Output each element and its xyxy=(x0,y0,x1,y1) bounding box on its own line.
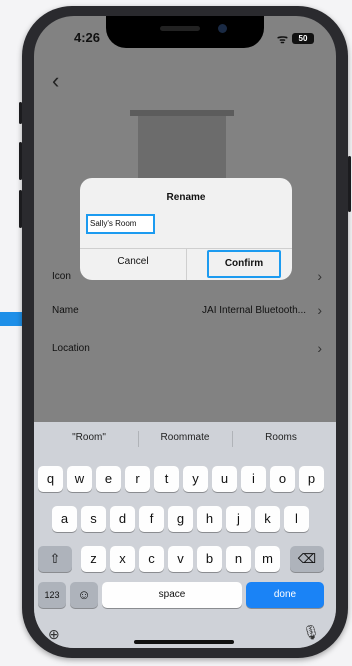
key-y[interactable]: y xyxy=(183,466,208,492)
row-location-label: Location xyxy=(52,343,90,354)
space-key[interactable]: space xyxy=(102,582,242,608)
row-name-label: Name xyxy=(52,305,79,316)
rename-input[interactable]: Sally's Room xyxy=(86,214,155,234)
key-t[interactable]: t xyxy=(154,466,179,492)
shift-key[interactable]: ⇧ xyxy=(38,546,72,572)
key-k[interactable]: k xyxy=(255,506,280,532)
suggestion-separator xyxy=(232,431,233,447)
camera xyxy=(218,24,227,33)
chevron-right-icon: › xyxy=(317,302,322,318)
key-e[interactable]: e xyxy=(96,466,121,492)
suggestion-bar: "Room" Roommate Rooms xyxy=(34,422,336,454)
backspace-key[interactable]: ⌫ xyxy=(290,546,324,572)
power-button xyxy=(348,156,351,212)
chevron-right-icon: › xyxy=(317,268,322,284)
key-x[interactable]: x xyxy=(110,546,135,572)
row-name-value: JAI Internal Bluetooth... xyxy=(202,305,306,316)
dialog-title: Rename xyxy=(166,192,206,203)
row-location[interactable]: Location › xyxy=(52,340,322,360)
key-p[interactable]: p xyxy=(299,466,324,492)
done-key[interactable]: done xyxy=(246,582,324,608)
speaker xyxy=(160,26,200,31)
row-name[interactable]: Name JAI Internal Bluetooth... › xyxy=(52,302,322,322)
globe-icon[interactable]: ⊕ xyxy=(48,626,60,643)
key-d[interactable]: d xyxy=(110,506,135,532)
row-icon-label: Icon xyxy=(52,271,71,282)
numbers-key[interactable]: 123 xyxy=(38,582,66,608)
key-h[interactable]: h xyxy=(197,506,222,532)
emoji-icon[interactable]: ☺ xyxy=(70,582,98,608)
volume-down-button xyxy=(19,190,22,228)
key-z[interactable]: z xyxy=(81,546,106,572)
key-i[interactable]: i xyxy=(241,466,266,492)
key-j[interactable]: j xyxy=(226,506,251,532)
key-r[interactable]: r xyxy=(125,466,150,492)
confirm-button[interactable]: Confirm xyxy=(207,250,281,278)
notch xyxy=(106,16,264,48)
key-a[interactable]: a xyxy=(52,506,77,532)
back-chevron-icon[interactable]: ‹ xyxy=(52,70,59,92)
screen: 4:26 ᯤ 50 ‹ Icon › Name JAI Internal Blu… xyxy=(34,16,336,648)
suggestion-2[interactable]: Roommate xyxy=(140,432,230,443)
chevron-right-icon: › xyxy=(317,340,322,356)
key-u[interactable]: u xyxy=(212,466,237,492)
key-f[interactable]: f xyxy=(139,506,164,532)
home-indicator xyxy=(134,640,234,644)
key-s[interactable]: s xyxy=(81,506,106,532)
status-icons: ᯤ 50 xyxy=(277,30,314,47)
key-q[interactable]: q xyxy=(38,466,63,492)
phone-frame: 4:26 ᯤ 50 ‹ Icon › Name JAI Internal Blu… xyxy=(19,6,351,658)
cancel-button[interactable]: Cancel xyxy=(80,256,186,267)
key-c[interactable]: c xyxy=(139,546,164,572)
microphone-icon[interactable]: 🎙 xyxy=(302,624,320,641)
key-m[interactable]: m xyxy=(255,546,280,572)
suggestion-3[interactable]: Rooms xyxy=(236,432,326,443)
key-o[interactable]: o xyxy=(270,466,295,492)
key-l[interactable]: l xyxy=(284,506,309,532)
key-g[interactable]: g xyxy=(168,506,193,532)
wifi-icon: ᯤ xyxy=(277,32,288,46)
keyboard: "Room" Roommate Rooms q w e r t y u i o … xyxy=(34,422,336,648)
volume-up-button xyxy=(19,142,22,180)
suggestion-1[interactable]: "Room" xyxy=(44,432,134,443)
key-w[interactable]: w xyxy=(67,466,92,492)
key-v[interactable]: v xyxy=(168,546,193,572)
dialog-button-divider xyxy=(186,248,187,280)
battery-icon: 50 xyxy=(292,33,314,44)
rename-dialog: Rename Sally's Room Cancel Confirm xyxy=(80,178,292,280)
status-time: 4:26 xyxy=(74,30,101,45)
mute-switch xyxy=(19,102,22,124)
key-b[interactable]: b xyxy=(197,546,222,572)
suggestion-separator xyxy=(138,431,139,447)
key-n[interactable]: n xyxy=(226,546,251,572)
